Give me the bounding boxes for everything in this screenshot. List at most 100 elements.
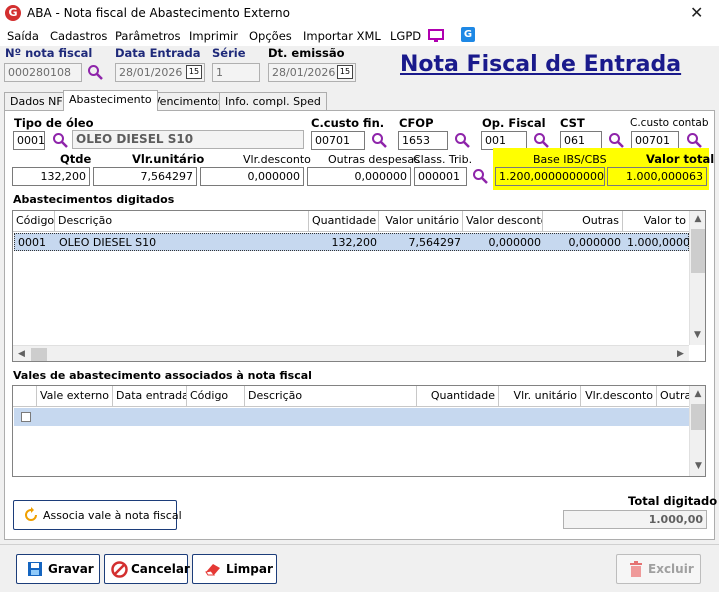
cell: 7,564297 [408, 236, 462, 249]
scroll-down-icon[interactable]: ▼ [690, 458, 705, 475]
tab-info-compl-sped[interactable]: Info. compl. Sped [219, 92, 327, 110]
monitor-icon[interactable] [428, 29, 444, 46]
menu-parametros[interactable]: Parâmetros [115, 29, 181, 43]
search-icon[interactable] [371, 132, 387, 151]
calendar-icon[interactable]: 15 [186, 65, 202, 79]
limpar-button[interactable]: Limpar [192, 554, 277, 584]
cancelar-label: Cancelar [131, 562, 190, 576]
cfop-label: CFOP [399, 116, 434, 130]
col-header[interactable]: Código [13, 211, 55, 232]
col-header[interactable]: Quantidade [309, 211, 379, 232]
menu-lgpd[interactable]: LGPD [390, 29, 421, 43]
serie-field[interactable]: 1 [212, 63, 260, 82]
vales-grid[interactable]: Vale externo Data entrada Código Descriç… [12, 385, 706, 477]
search-icon[interactable] [52, 132, 68, 151]
op-fiscal-label: Op. Fiscal [482, 116, 546, 130]
col-header[interactable]: Código [187, 386, 245, 407]
col-header[interactable]: Vlr.desconto [581, 386, 657, 407]
vlr-unitario-field[interactable]: 7,564297 [93, 167, 197, 186]
cell: 0,000000 [568, 236, 622, 249]
tab-dados-nf[interactable]: Dados NF [4, 92, 69, 110]
cfop-field[interactable]: 1653 [398, 131, 448, 150]
col-header[interactable]: Vale externo [37, 386, 113, 407]
save-icon [27, 561, 43, 580]
app-g-icon[interactable]: G [461, 27, 475, 42]
vertical-scrollbar[interactable]: ▲ [689, 211, 705, 345]
col-header[interactable]: Valor unitário [379, 211, 463, 232]
search-icon[interactable] [454, 132, 470, 151]
tipo-oleo-desc-field[interactable]: OLEO DIESEL S10 [72, 130, 304, 149]
col-header[interactable]: Outras [543, 211, 623, 232]
excluir-button[interactable]: Excluir [616, 554, 701, 584]
cell: 0,000000 [488, 236, 542, 249]
outras-despesas-label: Outras despesas [328, 153, 420, 166]
table-row[interactable]: 0001 OLEO DIESEL S10 132,200 7,564297 0,… [14, 233, 690, 251]
cell: OLEO DIESEL S10 [59, 236, 157, 249]
scroll-thumb[interactable] [691, 229, 705, 273]
cancelar-button[interactable]: Cancelar [104, 554, 190, 584]
menu-saida[interactable]: Saída [7, 29, 39, 43]
valor-total-field[interactable]: 1.000,000063 [607, 167, 707, 186]
ccusto-contabil-label: C.custo contabil [630, 117, 708, 129]
gravar-button[interactable]: Gravar [16, 554, 100, 584]
tipo-oleo-code-field[interactable]: 0001 [13, 131, 45, 150]
menu-opcoes[interactable]: Opções [249, 29, 292, 43]
associa-vale-label: Associa vale à nota fiscal [43, 509, 182, 522]
search-icon[interactable] [87, 64, 103, 83]
limpar-label: Limpar [226, 562, 273, 576]
tab-abastecimento[interactable]: Abastecimento [63, 90, 158, 111]
data-entrada-label: Data Entrada [115, 46, 201, 60]
scroll-down-icon[interactable]: ▼ [689, 327, 705, 344]
nota-fiscal-field[interactable]: 000280108 [4, 63, 82, 82]
calendar-icon[interactable]: 15 [337, 65, 353, 79]
cst-label: CST [560, 116, 585, 130]
abastecimentos-grid[interactable]: Código Descrição Quantidade Valor unitár… [12, 210, 706, 362]
cell: 0001 [18, 236, 46, 249]
ccusto-fin-label: C.custo fin. [311, 116, 385, 130]
serie-label: Série [212, 46, 246, 60]
menu-imprimir[interactable]: Imprimir [189, 29, 238, 43]
scroll-up-icon[interactable]: ▲ [690, 386, 705, 403]
close-icon[interactable]: ✕ [690, 3, 703, 22]
scroll-thumb[interactable] [691, 404, 705, 430]
divider [0, 544, 719, 545]
abastecimentos-title: Abastecimentos digitados [13, 193, 175, 206]
horizontal-scrollbar[interactable]: ◀ ▶ [13, 345, 689, 361]
associa-vale-button[interactable]: Associa vale à nota fiscal [13, 500, 182, 530]
scroll-thumb[interactable] [31, 348, 47, 361]
cancel-icon [111, 561, 128, 581]
page-title: Nota Fiscal de Entrada [400, 52, 682, 77]
tab-vencimentos[interactable]: Vencimentos [147, 92, 230, 110]
col-header[interactable]: Outras [657, 386, 689, 407]
search-icon[interactable] [472, 168, 488, 187]
menu-importar-xml[interactable]: Importar XML [303, 29, 381, 43]
col-header[interactable]: Descrição [245, 386, 417, 407]
total-digitado-field: 1.000,00 [563, 510, 707, 529]
scroll-right-icon[interactable]: ▶ [672, 346, 689, 361]
vlr-desconto-field[interactable]: 0,000000 [200, 167, 304, 186]
cell: 1.000,0000 [627, 236, 690, 249]
col-header[interactable]: Vlr. unitário [499, 386, 581, 407]
vales-title: Vales de abastecimento associados à nota… [13, 369, 312, 382]
ccusto-fin-field[interactable]: 00701 [311, 131, 365, 150]
table-row[interactable] [14, 408, 689, 426]
vertical-scrollbar[interactable]: ▲ ▼ [689, 386, 705, 476]
scroll-up-icon[interactable]: ▲ [690, 211, 705, 228]
qtde-field[interactable]: 132,200 [12, 167, 90, 186]
menu-cadastros[interactable]: Cadastros [50, 29, 107, 43]
dt-emissao-label: Dt. emissão [268, 46, 345, 60]
col-header[interactable]: Valor desconto [463, 211, 543, 232]
app-logo-icon: G [5, 5, 21, 21]
col-header[interactable]: Quantidade [417, 386, 499, 407]
col-header[interactable]: Descrição [55, 211, 309, 232]
class-trib-field[interactable]: 000001 [414, 167, 467, 186]
class-trib-label: Class. Trib. [413, 153, 473, 166]
row-checkbox[interactable] [21, 412, 31, 422]
scroll-left-icon[interactable]: ◀ [13, 346, 30, 361]
outras-despesas-field[interactable]: 0,000000 [307, 167, 411, 186]
gravar-label: Gravar [48, 562, 94, 576]
col-header[interactable]: Valor to [623, 211, 689, 232]
col-header[interactable]: Data entrada [113, 386, 187, 407]
window-title: ABA - Nota fiscal de Abastecimento Exter… [27, 6, 290, 20]
base-ibs-field[interactable]: 1.200,0000000000 [495, 167, 605, 186]
